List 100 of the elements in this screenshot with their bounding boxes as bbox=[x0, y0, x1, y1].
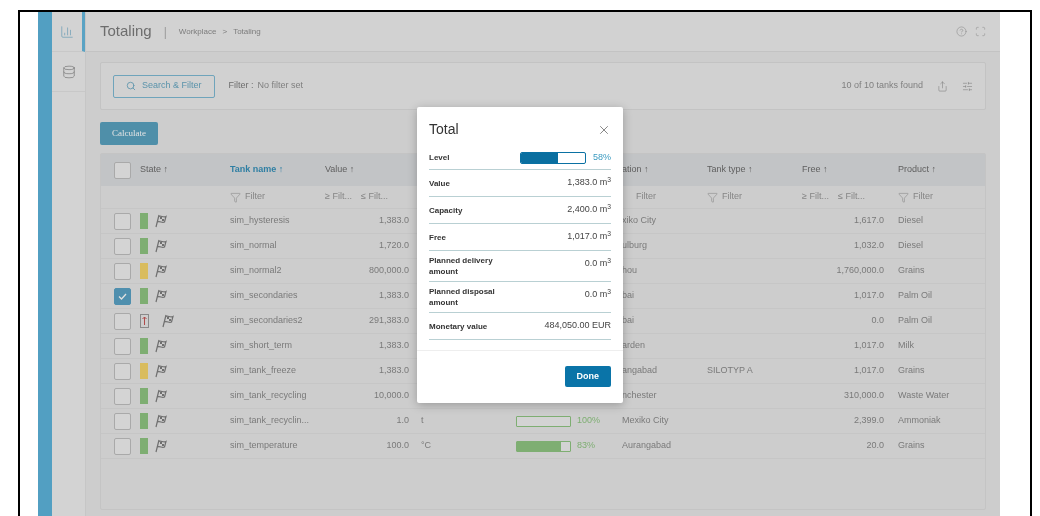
location-cell: bai bbox=[622, 290, 634, 301]
database-icon bbox=[61, 64, 76, 79]
tank-name-cell: sim_temperature bbox=[230, 439, 298, 453]
field-label: Capacity bbox=[429, 204, 464, 216]
filter-field[interactable]: Filter bbox=[245, 190, 265, 204]
product-cell-text: Waste Water bbox=[897, 389, 951, 403]
alarm-icon bbox=[140, 314, 149, 328]
checkbox[interactable] bbox=[114, 212, 131, 230]
tank-type-cell: SILOTYP A bbox=[707, 365, 753, 376]
checkbox[interactable] bbox=[114, 161, 131, 179]
column-header[interactable]: Value ↑ bbox=[325, 164, 355, 175]
checkbox[interactable] bbox=[114, 337, 131, 355]
location-cell: bai bbox=[622, 315, 634, 326]
column-header[interactable]: Free ↑ bbox=[802, 164, 828, 175]
value-cell-text: 1,383.0 bbox=[378, 289, 410, 303]
settings-icon[interactable] bbox=[962, 80, 973, 92]
export-icon[interactable] bbox=[937, 80, 948, 92]
filter-field[interactable]: Filter bbox=[622, 191, 656, 202]
checkbox[interactable] bbox=[114, 287, 131, 305]
checkbox[interactable] bbox=[114, 362, 131, 380]
title-separator: | bbox=[163, 23, 167, 41]
page-title: Totaling bbox=[100, 21, 152, 42]
column-header[interactable]: Tank type ↑ bbox=[707, 164, 753, 175]
free-cell-text: 1,017.0 bbox=[853, 339, 885, 353]
free-cell-text: 310,000.0 bbox=[843, 389, 885, 403]
min-filter-field[interactable]: ≥ Filt... bbox=[325, 190, 352, 204]
field-label: Value bbox=[429, 177, 451, 189]
field-label: Planned delivery amount bbox=[429, 255, 494, 277]
column-header[interactable]: Product ↑ bbox=[898, 164, 937, 175]
flag-icon bbox=[154, 339, 167, 353]
field-value: 0.0 m$^{3}$ bbox=[584, 257, 611, 270]
dialog-title: Total bbox=[429, 120, 459, 139]
level-reading: 100% bbox=[577, 414, 601, 428]
checkbox[interactable] bbox=[114, 237, 131, 255]
product-cell-text: Grains bbox=[897, 364, 926, 378]
location-cell: arden bbox=[622, 340, 646, 351]
flag-icon bbox=[154, 439, 167, 453]
field-label: Monetary value bbox=[429, 320, 489, 332]
checkbox[interactable] bbox=[114, 312, 131, 330]
free-cell-text: 1,617.0 bbox=[853, 214, 885, 228]
value-cell-text: 1.0 bbox=[396, 414, 410, 428]
field-value: 1,383.0 m$^{3}$ bbox=[567, 176, 611, 189]
filter-label: Filter : bbox=[228, 79, 254, 93]
search-icon bbox=[126, 81, 136, 91]
max-filter-field[interactable]: ≤ Filt... bbox=[837, 190, 865, 204]
fullscreen-icon[interactable] bbox=[975, 26, 986, 37]
result-count: 10 of 10 tanks found bbox=[841, 79, 923, 93]
free-cell-text: 1,017.0 bbox=[853, 364, 885, 378]
flag-icon bbox=[161, 314, 174, 328]
checkbox[interactable] bbox=[114, 437, 131, 455]
location-cell: xiko City bbox=[622, 215, 656, 226]
chart-icon bbox=[60, 24, 74, 39]
filter-icon bbox=[898, 191, 909, 203]
flag-icon bbox=[154, 289, 167, 303]
product-cell-text: Milk bbox=[897, 339, 915, 353]
location-cell: hou bbox=[622, 265, 638, 276]
search-filter-button[interactable]: Search & Filter bbox=[113, 74, 215, 98]
breadcrumb-separator: > bbox=[222, 25, 228, 38]
tank-name-cell: sim_normal bbox=[230, 239, 277, 253]
column-header[interactable]: Tank name ↑ bbox=[230, 164, 284, 175]
flag-icon bbox=[154, 414, 167, 428]
unit-cell: °C bbox=[421, 440, 432, 451]
tank-name-cell: sim_hysteresis bbox=[230, 214, 290, 228]
breadcrumb-link[interactable]: Totaling bbox=[233, 25, 261, 38]
checkbox[interactable] bbox=[114, 412, 131, 430]
product-cell-text: Diesel bbox=[897, 214, 924, 228]
flag-icon bbox=[154, 214, 167, 228]
help-icon[interactable] bbox=[956, 26, 967, 37]
value-cell-text: 100.0 bbox=[386, 439, 410, 453]
value-cell-text: 291,383.0 bbox=[368, 314, 410, 328]
flag-icon bbox=[154, 389, 167, 403]
value-cell-text: 1,720.0 bbox=[378, 239, 410, 253]
column-header[interactable]: ation ↑ bbox=[622, 164, 649, 175]
breadcrumb-link[interactable]: Workplace bbox=[178, 25, 217, 38]
field-value: 1,017.0 m$^{3}$ bbox=[567, 230, 611, 243]
tank-name-cell: sim_normal2 bbox=[230, 264, 282, 278]
product-cell-text: Grains bbox=[897, 439, 926, 453]
tank-name-cell: sim_tank_recycling bbox=[230, 389, 307, 403]
location-cell: angabad bbox=[622, 365, 658, 376]
location-cell: ulburg bbox=[622, 240, 648, 251]
done-button[interactable]: Done bbox=[564, 366, 611, 387]
max-filter-field[interactable]: ≤ Filt... bbox=[360, 190, 388, 204]
checkbox[interactable] bbox=[114, 262, 131, 280]
min-filter-field[interactable]: ≥ Filt... bbox=[802, 190, 829, 204]
field-value: 484,050.00 EUR bbox=[544, 319, 611, 332]
filter-field[interactable]: Filter bbox=[722, 190, 742, 204]
free-cell-text: 0.0 bbox=[871, 314, 885, 328]
product-cell-text: Palm Oil bbox=[897, 314, 933, 328]
filter-field[interactable]: Filter bbox=[913, 190, 933, 204]
value-cell-text: 1,383.0 bbox=[378, 364, 410, 378]
calculate-button[interactable]: Calculate bbox=[100, 122, 158, 145]
field-value: 0.0 m$^{3}$ bbox=[584, 288, 611, 301]
value-cell-text: 1,383.0 bbox=[378, 214, 410, 228]
free-cell-text: 1,032.0 bbox=[853, 239, 885, 253]
column-header[interactable]: State ↑ bbox=[140, 164, 168, 175]
free-cell-text: 1,017.0 bbox=[853, 289, 885, 303]
checkbox[interactable] bbox=[114, 387, 131, 405]
filter-value: No filter set bbox=[257, 79, 304, 93]
field-label: Level bbox=[429, 151, 450, 164]
unit-cell: t bbox=[421, 415, 424, 426]
